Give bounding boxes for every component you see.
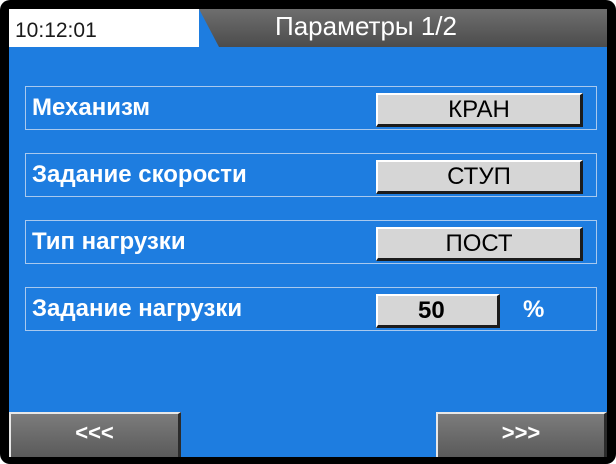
param-label-load-setting: Задание нагрузки bbox=[32, 295, 243, 322]
param-label-load-type: Тип нагрузки bbox=[32, 228, 186, 255]
page-title: Параметры 1/2 bbox=[199, 9, 607, 47]
load-type-value-button[interactable]: ПОСТ bbox=[376, 227, 583, 261]
load-setting-value-field[interactable]: 50 bbox=[376, 294, 500, 328]
hmi-screen: 10:12:01 Параметры 1/2 Механизм КРАН Зад… bbox=[9, 9, 607, 457]
speed-setting-value-button[interactable]: СТУП bbox=[376, 160, 583, 194]
param-row-load-setting: Задание нагрузки 50 % bbox=[25, 287, 597, 331]
mechanism-value-button[interactable]: КРАН bbox=[376, 93, 583, 127]
next-page-button[interactable]: >>> bbox=[436, 412, 607, 457]
param-label-mechanism: Механизм bbox=[32, 94, 151, 121]
param-row-speed-setting: Задание скорости СТУП bbox=[25, 153, 597, 197]
header-bar: 10:12:01 Параметры 1/2 bbox=[9, 9, 607, 47]
param-row-load-type: Тип нагрузки ПОСТ bbox=[25, 220, 597, 264]
clock-display: 10:12:01 bbox=[9, 9, 199, 47]
device-bezel: 10:12:01 Параметры 1/2 Механизм КРАН Зад… bbox=[0, 0, 616, 464]
load-unit-label: % bbox=[523, 296, 545, 323]
prev-page-button[interactable]: <<< bbox=[9, 412, 181, 457]
param-row-mechanism: Механизм КРАН bbox=[25, 86, 597, 130]
param-label-speed-setting: Задание скорости bbox=[32, 161, 247, 188]
